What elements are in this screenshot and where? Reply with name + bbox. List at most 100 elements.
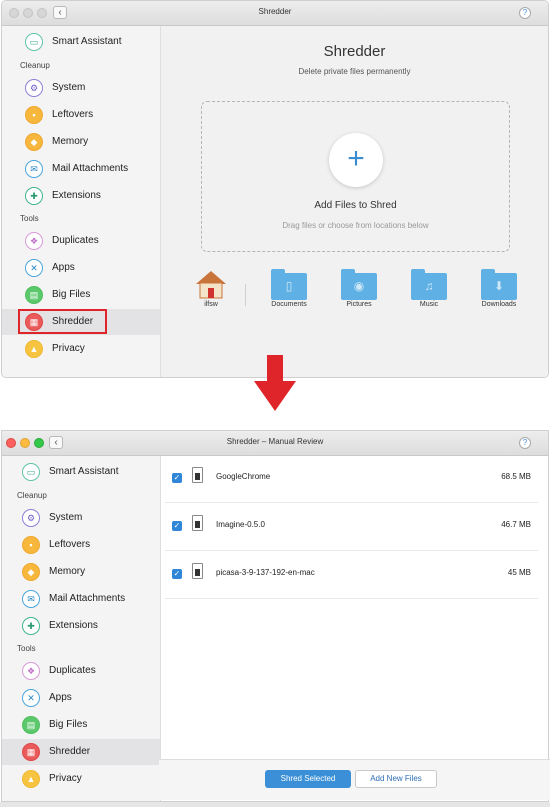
folder-icon: ◉: [341, 269, 377, 300]
sidebar-item-big-files[interactable]: ▤ Big Files: [2, 282, 160, 308]
drag-hint: Drag files or choose from locations belo…: [282, 221, 429, 230]
sidebar-item-label: Smart Assistant: [49, 466, 119, 477]
sidebar-item-duplicates[interactable]: ❖ Duplicates: [2, 658, 160, 684]
duplicates-icon: ❖: [22, 662, 40, 680]
help-button[interactable]: ?: [519, 7, 531, 19]
add-files-label: Add Files to Shred: [314, 200, 397, 211]
lock-icon: ▲: [22, 770, 40, 788]
highlight-box: [18, 309, 107, 334]
sidebar-item-smart-assistant[interactable]: ▭ Smart Assistant: [2, 29, 160, 55]
apps-icon: ✕: [25, 259, 43, 277]
title-bar: ‹ Shredder ?: [2, 1, 548, 26]
sidebar-item-apps[interactable]: ✕ Apps: [2, 255, 160, 281]
sidebar-item-mail-attachments[interactable]: ✉ Mail Attachments: [2, 586, 160, 612]
shredder-window: ‹ Shredder ? ▭ Smart Assistant Cleanup ⚙…: [1, 0, 549, 378]
puzzle-icon: ✚: [25, 187, 43, 205]
file-size: 68.5 MB: [501, 472, 531, 481]
big-files-icon: ▤: [25, 286, 43, 304]
file-name: picasa-3-9-137-192-en-mac: [216, 568, 315, 577]
sidebar-item-privacy[interactable]: ▲ Privacy: [2, 766, 160, 792]
sidebar-item-label: Big Files: [49, 719, 88, 730]
file-icon: [192, 515, 203, 531]
sidebar-item-label: Privacy: [52, 343, 85, 354]
apps-icon: ✕: [22, 689, 40, 707]
monitor-icon: ▭: [22, 463, 40, 481]
checkbox[interactable]: ✓: [172, 569, 182, 579]
sidebar-item-label: Apps: [49, 692, 72, 703]
folder-icon: ▯: [271, 269, 307, 300]
sidebar-item-shredder[interactable]: ▦ Shredder: [2, 309, 160, 335]
file-icon: [192, 467, 203, 483]
shred-selected-button[interactable]: Shred Selected: [265, 770, 351, 788]
table-row[interactable]: ✓ picasa-3-9-137-192-en-mac 45 MB: [165, 551, 538, 599]
sidebar-item-label: Apps: [52, 262, 75, 273]
box-icon: ▪: [22, 536, 40, 554]
memory-icon: ◆: [22, 563, 40, 581]
sidebar-item-label: Shredder: [49, 746, 91, 757]
table-row[interactable]: ✓ Imagine-0.5.0 46.7 MB: [165, 503, 538, 551]
help-button[interactable]: ?: [519, 437, 531, 449]
box-icon: ▪: [25, 106, 43, 124]
big-files-icon: ▤: [22, 716, 40, 734]
checkbox[interactable]: ✓: [172, 473, 182, 483]
drop-zone[interactable]: + Add Files to Shred Drag files or choos…: [201, 101, 510, 252]
page-subtitle: Delete private files permanently: [298, 67, 411, 76]
mail-icon: ✉: [22, 590, 40, 608]
file-name: Imagine-0.5.0: [216, 520, 265, 529]
sidebar: ▭ Smart Assistant Cleanup ⚙ System ▪ Lef…: [2, 26, 161, 377]
sidebar-item-shredder[interactable]: ▦ Shredder: [2, 739, 160, 765]
sidebar-item-extensions[interactable]: ✚ Extensions: [2, 613, 160, 639]
sidebar-item-extensions[interactable]: ✚ Extensions: [2, 183, 160, 209]
divider: [245, 284, 246, 306]
sidebar-item-label: Extensions: [49, 620, 98, 631]
sidebar-item-system[interactable]: ⚙ System: [2, 505, 160, 531]
footer-bar: Shred Selected Add New Files: [159, 759, 550, 800]
sidebar-item-mail-attachments[interactable]: ✉ Mail Attachments: [2, 156, 160, 182]
sidebar-item-label: System: [52, 82, 86, 93]
sidebar-item-label: Extensions: [52, 190, 101, 201]
sidebar-item-label: Smart Assistant: [52, 36, 122, 47]
sidebar-item-memory[interactable]: ◆ Memory: [2, 129, 160, 155]
table-row[interactable]: ✓ GoogleChrome 68.5 MB: [165, 455, 538, 503]
memory-icon: ◆: [25, 133, 43, 151]
add-new-files-button[interactable]: Add New Files: [355, 770, 437, 788]
shredder-icon: ▦: [22, 743, 40, 761]
sidebar-item-smart-assistant[interactable]: ▭ Smart Assistant: [2, 459, 160, 485]
location-label: ilfsw: [204, 301, 218, 308]
add-files-button[interactable]: +: [329, 133, 383, 187]
sidebar-item-label: Mail Attachments: [52, 163, 129, 174]
main-panel: Shredder Delete private files permanentl…: [161, 26, 548, 377]
sidebar-item-memory[interactable]: ◆ Memory: [2, 559, 160, 585]
duplicates-icon: ❖: [25, 232, 43, 250]
location-label: Music: [419, 301, 439, 308]
file-size: 45 MB: [507, 568, 531, 577]
location-label: Downloads: [481, 301, 517, 308]
sidebar: ▭ Smart Assistant Cleanup ⚙ System ▪ Lef…: [2, 456, 161, 801]
mail-icon: ✉: [25, 160, 43, 178]
sidebar-item-leftovers[interactable]: ▪ Leftovers: [2, 102, 160, 128]
sidebar-item-apps[interactable]: ✕ Apps: [2, 685, 160, 711]
sidebar-item-leftovers[interactable]: ▪ Leftovers: [2, 532, 160, 558]
file-icon: [192, 563, 203, 579]
sidebar-item-big-files[interactable]: ▤ Big Files: [2, 712, 160, 738]
sidebar-item-label: Leftovers: [49, 539, 91, 550]
sidebar-item-label: Mail Attachments: [49, 593, 126, 604]
section-header-cleanup: Cleanup: [17, 491, 47, 500]
page-title: Shredder: [323, 43, 386, 60]
sidebar-item-label: Memory: [49, 566, 86, 577]
checkbox[interactable]: ✓: [172, 521, 182, 531]
sidebar-item-privacy[interactable]: ▲ Privacy: [2, 336, 160, 362]
folder-icon: ♫: [411, 269, 447, 300]
sidebar-item-duplicates[interactable]: ❖ Duplicates: [2, 228, 160, 254]
window-edge: [0, 802, 550, 807]
file-name: GoogleChrome: [216, 472, 271, 481]
gear-icon: ⚙: [22, 509, 40, 527]
window-title: Shredder – Manual Review: [226, 437, 324, 446]
puzzle-icon: ✚: [22, 617, 40, 635]
window-title: Shredder: [258, 7, 292, 16]
sidebar-item-system[interactable]: ⚙ System: [2, 75, 160, 101]
arrow-down-icon: [254, 355, 296, 411]
sidebar-item-label: Leftovers: [52, 109, 94, 120]
section-header-cleanup: Cleanup: [20, 61, 50, 70]
sidebar-item-label: Privacy: [49, 773, 82, 784]
